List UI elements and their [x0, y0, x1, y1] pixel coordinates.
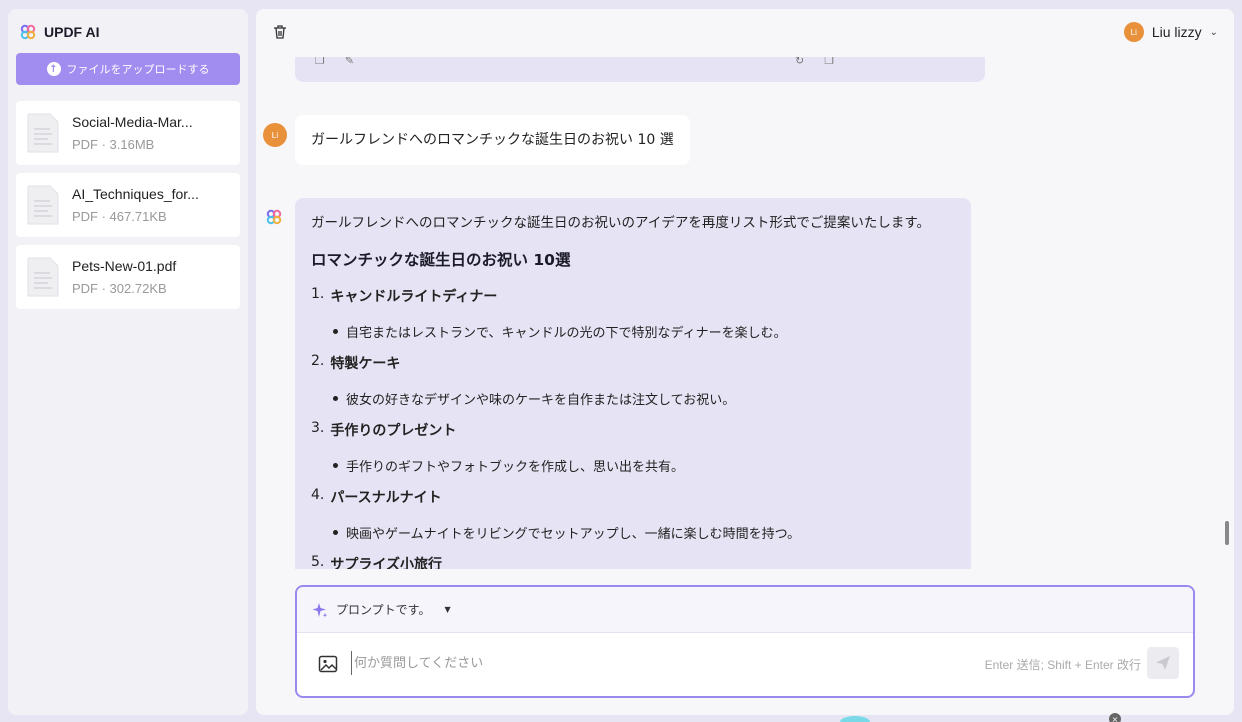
- prompt-selector[interactable]: プロンプトです。 ▼: [297, 587, 1193, 633]
- brand[interactable]: UPDF AI: [20, 24, 99, 40]
- composer: プロンプトです。 ▼ Enter 送信; Shift + Enter 改行: [295, 585, 1195, 698]
- file-meta: PDF · 302.72KB: [72, 281, 167, 296]
- file-item[interactable]: AI_Techniques_for... PDF · 467.71KB: [16, 173, 240, 237]
- regenerate-icon[interactable]: ↻: [795, 57, 804, 68]
- file-item[interactable]: Pets-New-01.pdf PDF · 302.72KB: [16, 245, 240, 309]
- ai-message: ガールフレンドへのロマンチックな誕生日のお祝いのアイデアを再度リスト形式でご提案…: [295, 198, 971, 569]
- top-bar: Li Liu lizzy ⌄: [256, 9, 1234, 57]
- list-item: 2. 特製ケーキ 彼女の好きなデザインや味のケーキを自作または注文してお祝い。: [311, 353, 955, 408]
- copy-icon[interactable]: ❐: [315, 57, 325, 68]
- message-actions-left: ❐ ✎: [315, 57, 354, 68]
- thumbs-down-icon[interactable]: ✎: [345, 57, 354, 68]
- user-message-avatar: Li: [263, 123, 287, 147]
- item-detail: 手作りのギフトやフォトブックを作成し、思い出を共有。: [346, 460, 685, 475]
- trash-icon[interactable]: [272, 24, 288, 40]
- bullet-icon: [333, 463, 338, 468]
- item-number: 5.: [311, 554, 325, 569]
- item-title: パースナルナイト: [330, 490, 442, 506]
- ai-heading: ロマンチックな誕生日のお祝い 10選: [311, 251, 571, 269]
- upload-button-label: ファイルをアップロードする: [66, 63, 210, 76]
- ai-list: 1. キャンドルライトディナー 自宅またはレストランで、キャンドルの光の下で特別な…: [311, 286, 955, 569]
- list-item: 4. パースナルナイト 映画やゲームナイトをリビングでセットアップし、一緒に楽しむ…: [311, 487, 955, 542]
- arrow-up-icon: ↑: [46, 62, 61, 76]
- list-item: 1. キャンドルライトディナー 自宅またはレストランで、キャンドルの光の下で特別な…: [311, 286, 955, 341]
- updf-logo-icon: [20, 24, 36, 40]
- question-input[interactable]: [351, 651, 911, 675]
- file-meta: PDF · 467.71KB: [72, 209, 167, 224]
- previous-ai-message: ❐ ✎ ↻ ❐: [295, 57, 985, 82]
- updf-ai-avatar-icon: [266, 209, 282, 225]
- upload-file-button[interactable]: ↑ ファイルをアップロードする: [16, 53, 240, 85]
- close-icon[interactable]: ×: [1109, 713, 1121, 722]
- file-name: Social-Media-Mar...: [72, 114, 193, 130]
- chevron-down-icon: ⌄: [1209, 26, 1218, 38]
- chat-scroll-area[interactable]: ❐ ✎ ↻ ❐ Li ガールフレンドへのロマンチックな誕生日のお祝い 10 選 …: [256, 57, 1234, 569]
- item-detail: 自宅またはレストランで、キャンドルの光の下で特別なディナーを楽しむ。: [346, 326, 787, 341]
- document-icon: [27, 185, 59, 225]
- chat-panel: Li Liu lizzy ⌄ ❐ ✎ ↻ ❐ Li ガールフレンドへのロマンチッ…: [256, 9, 1234, 715]
- input-row: Enter 送信; Shift + Enter 改行: [297, 633, 1193, 696]
- list-item: 5. サプライズ小旅行: [311, 554, 955, 569]
- floating-widget[interactable]: [840, 716, 870, 722]
- scrollbar-thumb[interactable]: [1225, 521, 1229, 545]
- brand-name: UPDF AI: [44, 24, 100, 40]
- item-number: 3.: [311, 420, 325, 436]
- caret-down-icon: ▼: [444, 605, 451, 614]
- copy-icon[interactable]: ❐: [824, 57, 834, 68]
- image-upload-icon[interactable]: [318, 655, 338, 673]
- avatar: Li: [1123, 22, 1144, 42]
- send-icon: [1156, 656, 1170, 670]
- item-detail: 映画やゲームナイトをリビングでセットアップし、一緒に楽しむ時間を持つ。: [346, 527, 801, 542]
- item-title: 手作りのプレゼント: [330, 423, 457, 439]
- send-button[interactable]: [1147, 647, 1179, 679]
- item-title: サプライズ小旅行: [330, 557, 442, 569]
- list-item: 3. 手作りのプレゼント 手作りのギフトやフォトブックを作成し、思い出を共有。: [311, 420, 955, 475]
- item-title: キャンドルライトディナー: [330, 289, 498, 305]
- bullet-icon: [333, 396, 338, 401]
- file-name: Pets-New-01.pdf: [72, 258, 177, 274]
- bullet-icon: [333, 329, 338, 334]
- prompt-label: プロンプトです。: [336, 603, 431, 617]
- message-actions-right: ↻ ❐: [795, 57, 834, 68]
- item-detail: 彼女の好きなデザインや味のケーキを自作または注文してお祝い。: [346, 393, 736, 408]
- item-number: 1.: [311, 286, 325, 302]
- ai-intro-text: ガールフレンドへのロマンチックな誕生日のお祝いのアイデアを再度リスト形式でご提案…: [311, 215, 930, 231]
- file-item[interactable]: Social-Media-Mar... PDF · 3.16MB: [16, 101, 240, 165]
- item-title: 特製ケーキ: [330, 356, 401, 372]
- user-message: ガールフレンドへのロマンチックな誕生日のお祝い 10 選: [295, 115, 690, 165]
- item-number: 4.: [311, 487, 325, 503]
- file-meta: PDF · 3.16MB: [72, 137, 155, 152]
- item-number: 2.: [311, 353, 325, 369]
- bullet-icon: [333, 530, 338, 535]
- document-icon: [27, 257, 59, 297]
- sparkle-icon: [312, 602, 328, 617]
- sidebar: UPDF AI ↑ ファイルをアップロードする Social-Media-Mar…: [8, 9, 248, 715]
- file-name: AI_Techniques_for...: [72, 186, 199, 202]
- user-menu[interactable]: Li Liu lizzy ⌄: [1123, 22, 1218, 42]
- send-hint: Enter 送信; Shift + Enter 改行: [984, 658, 1141, 672]
- user-name: Liu lizzy: [1151, 24, 1202, 40]
- document-icon: [27, 113, 59, 153]
